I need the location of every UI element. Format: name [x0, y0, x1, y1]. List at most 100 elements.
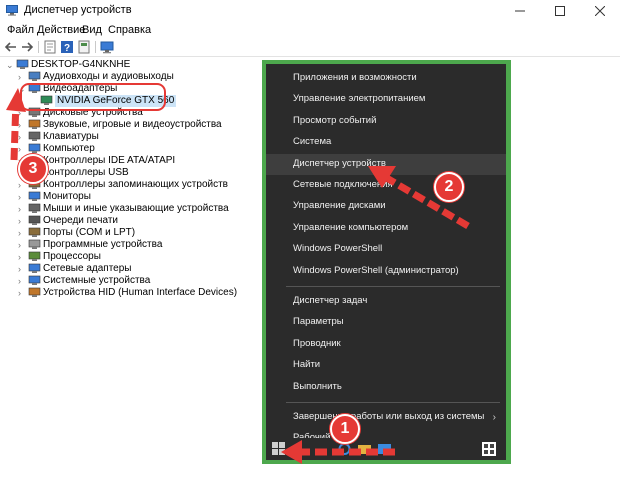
context-menu-item[interactable]: Windows PowerShell	[266, 239, 506, 260]
expand-chevron-icon[interactable]: ›	[18, 240, 26, 250]
context-menu-item[interactable]: Завершение работы или выход из системы ›	[266, 407, 506, 428]
tree-category-item[interactable]: ⌄ Видеоадаптеры	[0, 83, 260, 95]
disk-icon	[28, 107, 41, 117]
tree-child-item[interactable]: NVIDIA GeForce GTX 560	[0, 95, 260, 107]
context-menu-item[interactable]: Проводник	[266, 334, 506, 355]
context-menu-item[interactable]: Windows PowerShell (администратор)	[266, 261, 506, 282]
tree-item-label: Порты (COM и LPT)	[43, 227, 136, 238]
step-badge-3: 3	[18, 154, 48, 184]
context-menu-item[interactable]: Управление дисками	[266, 196, 506, 217]
title-bar: Диспетчер устройств	[0, 0, 620, 22]
collapse-chevron-icon[interactable]: ⌄	[18, 84, 26, 94]
back-arrow-icon[interactable]	[4, 40, 18, 54]
tree-category-item[interactable]: › Мониторы	[0, 191, 260, 203]
context-menu-item[interactable]: Диспетчер устройств	[266, 153, 506, 175]
menu-help[interactable]: Справка	[108, 24, 151, 36]
tree-category-item[interactable]: › Аудиовходы и аудиовыходы	[0, 71, 260, 83]
collapse-chevron-icon[interactable]: ⌄	[6, 60, 14, 70]
computer-icon	[16, 59, 29, 69]
store-icon[interactable]	[378, 443, 391, 455]
keyboard-icon	[28, 131, 41, 141]
step-badge-2: 2	[434, 172, 464, 202]
scan-hardware-icon[interactable]	[100, 40, 114, 54]
printer-icon	[28, 215, 41, 225]
context-menu-item-label: Завершение работы или выход из системы	[293, 411, 485, 422]
context-menu-item[interactable]: Сетевые подключения	[266, 175, 506, 196]
tree-item-label: Процессоры	[43, 251, 101, 262]
tree-item-label: Клавиатуры	[43, 131, 99, 142]
expand-chevron-icon[interactable]: ›	[18, 120, 26, 130]
expand-chevron-icon[interactable]: ›	[18, 132, 26, 142]
tree-category-item[interactable]: › Устройства HID (Human Interface Devices…	[0, 287, 260, 299]
system-device-icon	[28, 275, 41, 285]
expand-chevron-icon[interactable]: ›	[18, 72, 26, 82]
start-button-icon[interactable]	[272, 442, 286, 456]
context-menu-item[interactable]: Приложения и возможности	[266, 68, 506, 89]
expand-chevron-icon[interactable]: ›	[18, 204, 26, 214]
context-menu-item-label: Диспетчер задач	[293, 295, 368, 306]
tree-category-item[interactable]: › Процессоры	[0, 251, 260, 263]
context-menu-item[interactable]: Система	[266, 132, 506, 153]
tree-root[interactable]: ⌄ DESKTOP-G4NKNHE	[0, 59, 260, 71]
toolbar-separator	[38, 41, 39, 53]
expand-chevron-icon[interactable]: ›	[18, 216, 26, 226]
tree-category-item[interactable]: › Программные устройства	[0, 239, 260, 251]
explorer-icon[interactable]	[358, 443, 371, 455]
forward-arrow-icon[interactable]	[20, 40, 34, 54]
tree-category-item[interactable]: › Системные устройства	[0, 275, 260, 287]
close-icon	[595, 6, 605, 16]
expand-chevron-icon[interactable]: ›	[18, 288, 26, 298]
network-adapter-icon	[28, 263, 41, 273]
tree-category-item[interactable]: › Сетевые адаптеры	[0, 263, 260, 275]
minimize-button[interactable]	[500, 0, 540, 22]
expand-chevron-icon[interactable]: ›	[18, 252, 26, 262]
menu-file[interactable]: Файл	[7, 24, 34, 36]
context-menu-item[interactable]: Параметры	[266, 312, 506, 333]
edge-icon[interactable]	[338, 443, 351, 455]
expand-chevron-icon[interactable]: ›	[18, 144, 26, 154]
context-menu-item[interactable]: Управление компьютером	[266, 218, 506, 239]
mouse-icon	[28, 203, 41, 213]
device-manager-icon	[6, 5, 18, 16]
tree-category-item[interactable]: › Звуковые, игровые и видеоустройства	[0, 119, 260, 131]
maximize-button[interactable]	[540, 0, 580, 22]
hid-icon	[28, 287, 41, 297]
menu-view[interactable]: Вид	[82, 24, 102, 36]
context-menu-item[interactable]: Просмотр событий	[266, 111, 506, 132]
tree-category-item[interactable]: › Компьютер	[0, 143, 260, 155]
tree-category-item[interactable]: › Клавиатуры	[0, 131, 260, 143]
app-grid-icon[interactable]	[482, 442, 496, 456]
tree-item-label: NVIDIA GeForce GTX 560	[55, 95, 177, 107]
tree-category-item[interactable]: › Очереди печати	[0, 215, 260, 227]
context-menu-item-label: Управление компьютером	[293, 221, 409, 233]
tree-category-item[interactable]: › Дисковые устройства	[0, 107, 260, 119]
properties-icon[interactable]	[43, 40, 57, 54]
tree-item-label: Мониторы	[43, 191, 91, 202]
device-tree: ⌄ DESKTOP-G4NKNHE › Аудиовходы и аудиовыход…	[0, 57, 262, 457]
expand-chevron-icon[interactable]: ›	[18, 264, 26, 274]
tree-item-label: Компьютер	[43, 143, 95, 154]
context-menu-item[interactable]: Выполнить	[266, 377, 506, 398]
context-menu-item-label: Проводник	[293, 337, 341, 349]
expand-chevron-icon[interactable]: ›	[18, 276, 26, 286]
context-menu-item-label: Управление электропитанием	[293, 93, 426, 105]
context-menu-item[interactable]: Управление электропитанием	[266, 89, 506, 110]
help-icon[interactable]: ?	[60, 40, 74, 54]
menu-bar: Файл Действие Вид Справка	[0, 22, 620, 39]
context-menu-item-label: Система	[293, 136, 332, 148]
context-menu-item[interactable]: Найти	[266, 355, 506, 376]
context-menu-item[interactable]: Диспетчер задач	[266, 291, 506, 312]
computer-icon	[28, 143, 41, 153]
expand-chevron-icon[interactable]: ›	[18, 192, 26, 202]
expand-chevron-icon[interactable]: ›	[18, 108, 26, 118]
close-button[interactable]	[580, 0, 620, 22]
toolbar: ?	[0, 39, 620, 55]
expand-chevron-icon[interactable]: ›	[18, 228, 26, 238]
tree-category-item[interactable]: › Мыши и иные указывающие устройства	[0, 203, 260, 215]
tree-category-item[interactable]: › Порты (COM и LPT)	[0, 227, 260, 239]
menu-action[interactable]: Действие	[37, 24, 85, 36]
driver-icon[interactable]	[77, 40, 91, 54]
context-menu-separator	[286, 286, 500, 287]
maximize-icon	[555, 6, 565, 16]
